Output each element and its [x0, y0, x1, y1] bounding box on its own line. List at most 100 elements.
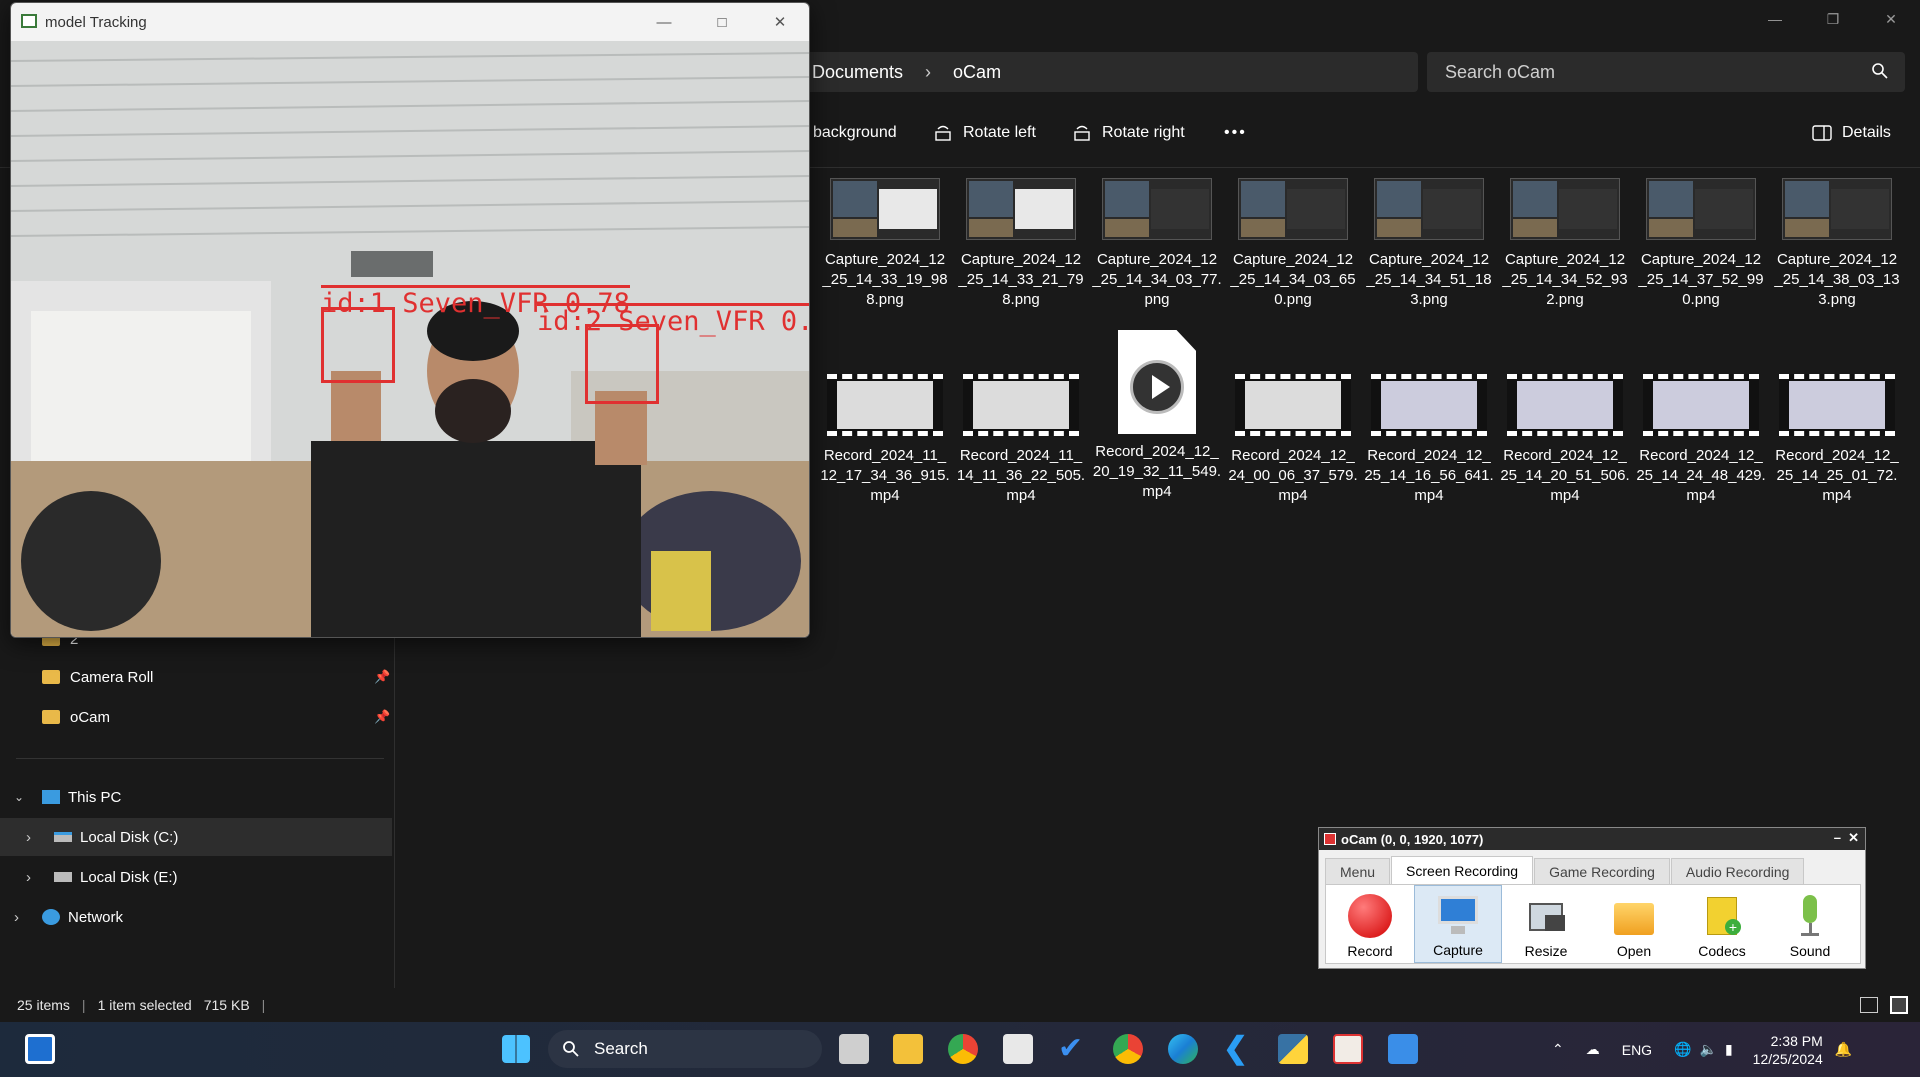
battery-icon[interactable]: ▮ — [1725, 1041, 1733, 1058]
notification-bell-icon[interactable]: 🔔 — [1835, 1041, 1852, 1058]
file-name-line: 25_14_16_56_641. — [1364, 467, 1494, 484]
chevron-right-icon[interactable]: › — [14, 909, 30, 926]
maximize-button[interactable]: □ — [693, 3, 751, 41]
clock[interactable]: 2:38 PM 12/25/2024 — [1753, 1032, 1823, 1068]
minimize-button[interactable]: — — [635, 3, 693, 41]
capture-button[interactable]: Capture — [1414, 885, 1502, 963]
open-button[interactable]: Open — [1590, 885, 1678, 963]
file-item[interactable]: Capture_2024_12 _25_14_37_52_99 0.png — [1634, 178, 1768, 310]
file-item[interactable]: Record_2024_11_ 14_11_36_22_505. mp4 — [954, 374, 1088, 506]
rotate-left-button[interactable]: Rotate left — [933, 124, 1036, 142]
minimize-button[interactable]: – — [1834, 830, 1841, 845]
video-thumbnail — [963, 374, 1079, 436]
tab-audio-recording[interactable]: Audio Recording — [1670, 858, 1805, 884]
photos-icon[interactable] — [1388, 1034, 1418, 1064]
folder-icon — [42, 710, 60, 724]
nav-item-ocam[interactable]: oCam 📌 — [0, 698, 392, 736]
rotate-right-button[interactable]: Rotate right — [1072, 124, 1185, 142]
model-tracking-window[interactable]: model Tracking — □ ✕ id:1 Seven_VFR 0.78… — [10, 2, 810, 638]
file-item[interactable]: Capture_2024_12 _25_14_38_03_13 3.png — [1770, 178, 1904, 310]
breadcrumb-documents[interactable]: Documents — [812, 62, 903, 83]
nav-item-network[interactable]: › Network — [0, 898, 392, 936]
file-item[interactable]: Record_2024_12_ 20_19_32_11_549. mp4 — [1090, 330, 1224, 502]
video-file-icon — [1118, 330, 1196, 434]
nav-item-label: oCam — [70, 708, 111, 726]
onedrive-icon[interactable]: ☁ — [1586, 1041, 1600, 1058]
tracking-title-bar[interactable]: model Tracking — □ ✕ — [11, 3, 809, 41]
breadcrumb-ocam[interactable]: oCam — [953, 62, 1001, 83]
taskbar-search[interactable]: Search — [548, 1030, 822, 1068]
close-button[interactable]: ✕ — [1862, 0, 1920, 38]
task-view-icon[interactable] — [839, 1034, 869, 1064]
image-thumbnail — [1510, 178, 1620, 240]
ocam-title-bar[interactable]: oCam (0, 0, 1920, 1077) – ✕ — [1319, 828, 1865, 850]
see-more-button[interactable]: ••• — [1224, 124, 1247, 142]
nav-item-label: This PC — [68, 788, 122, 806]
file-item[interactable]: Record_2024_12_ 24_00_06_37_579. mp4 — [1226, 374, 1360, 506]
set-background-button[interactable]: background — [813, 124, 897, 142]
edge-icon[interactable] — [1168, 1034, 1198, 1064]
file-name-line: 25_14_20_51_506. — [1500, 467, 1630, 484]
network-globe-icon[interactable]: 🌐 — [1674, 1041, 1691, 1058]
chevron-up-icon[interactable]: ⌃ — [1552, 1041, 1564, 1058]
tab-screen-recording[interactable]: Screen Recording — [1391, 856, 1534, 884]
nav-item-camera-roll[interactable]: Camera Roll 📌 — [0, 658, 392, 696]
file-item[interactable]: Capture_2024_12 _25_14_34_52_93 2.png — [1498, 178, 1632, 310]
search-box[interactable]: Search oCam — [1427, 52, 1905, 92]
chevron-down-icon[interactable]: ⌄ — [14, 790, 30, 804]
pin-icon[interactable]: 📌 — [374, 709, 390, 725]
file-item[interactable]: Capture_2024_12 _25_14_34_51_18 3.png — [1362, 178, 1496, 310]
vscode-icon[interactable]: ❮ — [1223, 1034, 1253, 1064]
volume-icon[interactable]: 🔈 — [1700, 1041, 1717, 1058]
status-bar: 25 items | 1 item selected 715 KB | — [0, 990, 1920, 1020]
minimize-button[interactable]: — — [1746, 0, 1804, 38]
resize-button[interactable]: Resize — [1502, 885, 1590, 963]
drive-icon — [54, 832, 72, 842]
details-view-icon[interactable] — [1860, 997, 1878, 1013]
record-button[interactable]: Record — [1326, 885, 1414, 963]
chevron-right-icon[interactable]: › — [26, 829, 40, 846]
chrome-profile-icon[interactable] — [1113, 1034, 1143, 1064]
details-pane-button[interactable]: Details — [1812, 124, 1891, 142]
close-button[interactable]: ✕ — [1848, 830, 1859, 846]
search-input[interactable]: Search oCam — [1445, 62, 1555, 83]
nav-item-local-disk-c[interactable]: › Local Disk (C:) — [0, 818, 392, 856]
language-indicator[interactable]: ENG — [1622, 1042, 1652, 1058]
nav-item-this-pc[interactable]: ⌄ This PC — [0, 778, 392, 816]
close-button[interactable]: ✕ — [751, 3, 809, 41]
snipping-tool-icon[interactable] — [1003, 1034, 1033, 1064]
file-item[interactable]: Capture_2024_12 _25_14_34_03_77. png — [1090, 178, 1224, 310]
explorer-window-controls: — ❐ ✕ — [1746, 0, 1920, 38]
file-item[interactable]: Capture_2024_12 _25_14_34_03_65 0.png — [1226, 178, 1360, 310]
widgets-icon[interactable] — [25, 1034, 55, 1064]
nav-item-local-disk-e[interactable]: › Local Disk (E:) — [0, 858, 392, 896]
file-item[interactable]: Record_2024_11_ 12_17_34_36_915. mp4 — [818, 374, 952, 506]
network-icon — [42, 909, 60, 925]
file-item[interactable]: Record_2024_12_ 25_14_20_51_506. mp4 — [1498, 374, 1632, 506]
tab-menu[interactable]: Menu — [1325, 858, 1391, 884]
todo-check-icon[interactable]: ✔ — [1058, 1034, 1088, 1064]
folder-icon — [42, 670, 60, 684]
chrome-icon[interactable] — [948, 1034, 978, 1064]
restore-button[interactable]: ❐ — [1804, 0, 1862, 38]
file-item[interactable]: Capture_2024_12 _25_14_33_19_98 8.png — [818, 178, 952, 310]
file-name-line: Record_2024_12_ — [1775, 447, 1899, 464]
ocam-window[interactable]: oCam (0, 0, 1920, 1077) – ✕ Menu Screen … — [1318, 827, 1866, 969]
file-item[interactable]: Record_2024_12_ 25_14_25_01_72. mp4 — [1770, 374, 1904, 506]
pin-icon[interactable]: 📌 — [374, 669, 390, 685]
ocam-taskbar-icon[interactable] — [1333, 1034, 1363, 1064]
nav-item-label: Camera Roll — [70, 668, 154, 686]
codecs-button[interactable]: + Codecs — [1678, 885, 1766, 963]
tab-game-recording[interactable]: Game Recording — [1534, 858, 1670, 884]
system-tray: ⌃ ☁ ENG 🌐 🔈 ▮ 2:38 PM 12/25/2024 🔔 — [1552, 1022, 1852, 1077]
file-item[interactable]: Record_2024_12_ 25_14_16_56_641. mp4 — [1362, 374, 1496, 506]
file-item[interactable]: Capture_2024_12 _25_14_33_21_79 8.png — [954, 178, 1088, 310]
sound-button[interactable]: Sound — [1766, 885, 1854, 963]
chevron-right-icon[interactable]: › — [26, 869, 40, 886]
start-button-windows-icon[interactable] — [502, 1035, 530, 1063]
large-icons-view-icon[interactable] — [1890, 996, 1908, 1014]
file-explorer-icon[interactable] — [893, 1034, 923, 1064]
file-item[interactable]: Record_2024_12_ 25_14_24_48_429. mp4 — [1634, 374, 1768, 506]
address-bar[interactable]: Documents › oCam — [790, 52, 1418, 92]
python-icon[interactable] — [1278, 1034, 1308, 1064]
